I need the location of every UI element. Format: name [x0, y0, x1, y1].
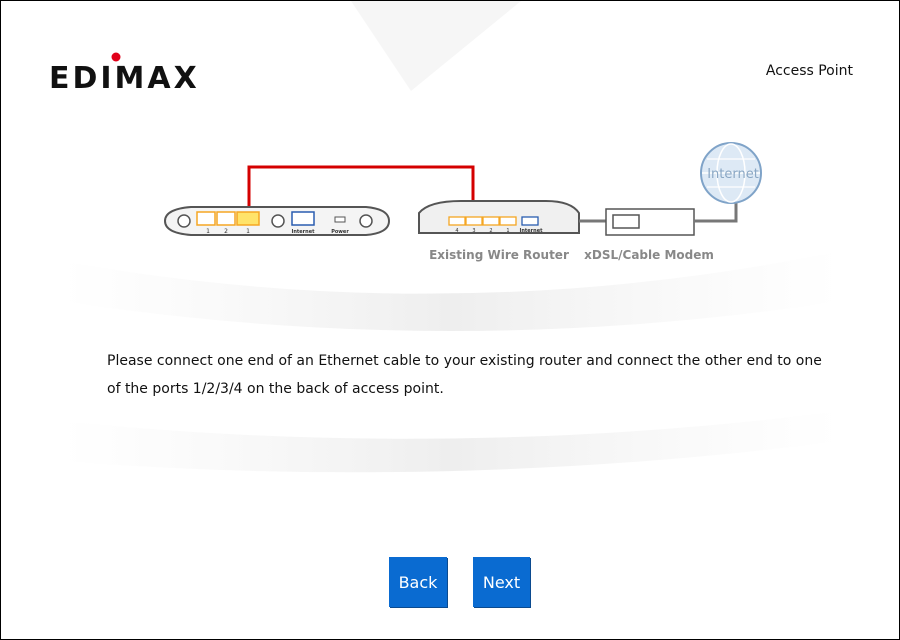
modem-device [605, 208, 695, 236]
ap-power-label: Power [331, 229, 349, 235]
existing-router-device: 4 3 2 1 Internet [418, 200, 580, 234]
next-button[interactable]: Next [473, 557, 530, 607]
modem-internet-cable [694, 201, 738, 223]
connection-diagram: 1 2 1 Internet Power 4 3 2 1 Internet In… [163, 142, 762, 262]
ap-internet-label: Internet [291, 229, 315, 235]
router-port-label-4: 4 [455, 228, 458, 234]
router-internet-label: Internet [519, 228, 543, 234]
ap-port-label-3: 1 [246, 228, 250, 235]
router-port-label-3: 3 [472, 228, 475, 234]
ap-port-label-1: 1 [206, 228, 210, 235]
ap-port-label-2: 2 [224, 228, 228, 235]
router-caption: Existing Wire Router [429, 248, 569, 262]
modem-caption: xDSL/Cable Modem [584, 248, 714, 262]
router-port-label-1: 1 [506, 228, 509, 234]
instruction-text: Please connect one end of an Ethernet ca… [107, 353, 822, 397]
wizard-page: EDIMAX Access Point 1 2 1 Internet Power [0, 0, 900, 640]
mode-label: Access Point [765, 63, 853, 79]
edimax-logo: EDIMAX [49, 52, 200, 93]
internet-globe-icon: Internet [700, 142, 762, 204]
internet-label: Internet [707, 167, 759, 182]
back-button[interactable]: Back [389, 557, 447, 607]
background-decoration [61, 1, 841, 473]
router-port-label-2: 2 [489, 228, 492, 234]
access-point-device: 1 2 1 Internet Power [163, 206, 391, 236]
logo-text: EDIMAX [49, 61, 200, 93]
